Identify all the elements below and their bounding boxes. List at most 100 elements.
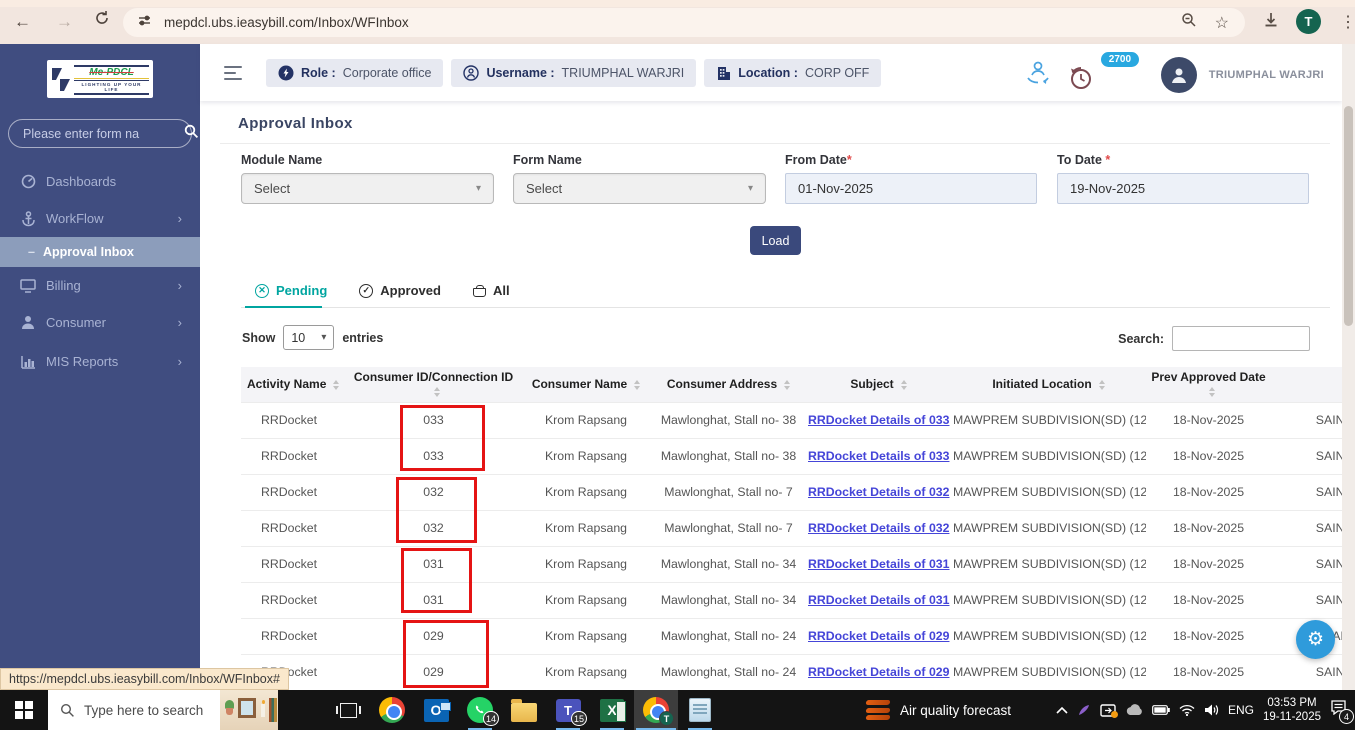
vertical-scrollbar[interactable]	[1342, 44, 1355, 690]
table-row[interactable]: RRDocket 029 Krom Rapsang Mawlonghat, St…	[241, 653, 1342, 690]
to-date-input[interactable]: 19-Nov-2025	[1057, 173, 1309, 204]
subject-link[interactable]: RRDocket Details of 032	[808, 485, 949, 499]
user-sync-icon[interactable]	[1023, 57, 1053, 92]
tray-display-sync-icon[interactable]	[1100, 703, 1118, 718]
role-badge: Role : Corporate office	[266, 59, 444, 87]
download-icon[interactable]	[1262, 11, 1280, 34]
page-size-select[interactable]: 10 ▾	[283, 325, 335, 350]
sidebar-item-consumer[interactable]: Consumer ›	[0, 309, 200, 336]
header-username-text[interactable]: TRIUMPHAL WARJRI	[1209, 69, 1324, 81]
table-row[interactable]: RRDocket 031 Krom Rapsang Mawlonghat, St…	[241, 545, 1342, 582]
col-initiated-location[interactable]: Initiated Location	[951, 367, 1146, 402]
table-row[interactable]: RRDocket 031 Krom Rapsang Mawlonghat, St…	[241, 581, 1342, 618]
bookmark-star-icon[interactable]: ☆	[1215, 13, 1229, 33]
windows-logo-icon	[15, 701, 33, 719]
subject-link[interactable]: RRDocket Details of 033	[808, 449, 949, 463]
load-button[interactable]: Load	[750, 226, 801, 255]
table-row[interactable]: RRDocket 032 Krom Rapsang Mawlonghat, St…	[241, 473, 1342, 510]
table-row[interactable]: RRDocket 033 Krom Rapsang Mawlonghat, St…	[241, 437, 1342, 474]
subject-link[interactable]: RRDocket Details of 029	[808, 629, 949, 643]
zoom-icon[interactable]	[1181, 12, 1197, 33]
taskbar-excel[interactable]: X	[590, 690, 634, 730]
search-highlight-image[interactable]	[220, 690, 278, 730]
table-row[interactable]: RRDocket 029 Krom Rapsang Mawlonghat, St…	[241, 617, 1342, 654]
sidebar-item-approval-inbox[interactable]: – Approval Inbox	[0, 237, 200, 267]
tab-all[interactable]: All	[472, 283, 510, 298]
subject-link[interactable]: RRDocket Details of 033	[808, 413, 949, 427]
role-value: Corporate office	[342, 66, 432, 80]
pending-clock-widget[interactable]: 2700	[1067, 52, 1140, 97]
sidebar-item-workflow[interactable]: WorkFlow ›	[0, 205, 200, 232]
subject-link[interactable]: RRDocket Details of 032	[808, 521, 949, 535]
browser-profile-avatar[interactable]: T	[1296, 9, 1321, 34]
sidebar-item-billing[interactable]: Billing ›	[0, 272, 200, 299]
taskbar-search[interactable]: Type here to search	[48, 690, 278, 730]
taskbar-chrome-active[interactable]: T	[634, 690, 678, 730]
taskbar-outlook[interactable]: O	[414, 690, 458, 730]
table-row[interactable]: RRDocket 032 Krom Rapsang Mawlonghat, St…	[241, 509, 1342, 546]
subject-link[interactable]: RRDocket Details of 031	[808, 557, 949, 571]
table-row[interactable]: RRDocket 033 Krom Rapsang Mawlonghat, St…	[241, 401, 1342, 438]
location-value: CORP OFF	[804, 66, 870, 80]
tab-approved[interactable]: ✓ Approved	[359, 283, 441, 298]
cell-consumer-id: 031	[346, 545, 521, 582]
col-subject[interactable]: Subject	[806, 367, 951, 402]
main-content: Approval Inbox Module Name Form Name Fro…	[200, 101, 1342, 690]
sidebar-item-dashboards[interactable]: Dashboards	[0, 168, 200, 195]
subject-link[interactable]: RRDocket Details of 029	[808, 665, 949, 679]
task-view-button[interactable]	[326, 690, 370, 730]
status-bar-link: https://mepdcl.ubs.ieasybill.com/Inbox/W…	[0, 668, 289, 690]
hamburger-menu-icon[interactable]	[224, 66, 242, 84]
col-prev-approved-date[interactable]: Prev Approved Date	[1146, 367, 1271, 402]
site-settings-icon[interactable]	[137, 13, 152, 33]
taskbar-chrome[interactable]	[370, 690, 414, 730]
address-bar[interactable]: mepdcl.ubs.ieasybill.com/Inbox/WFInbox ☆	[123, 8, 1245, 37]
module-name-select[interactable]: Select ▾	[241, 173, 494, 204]
language-indicator[interactable]: ENG	[1228, 703, 1254, 717]
form-search-box[interactable]	[8, 119, 199, 148]
weather-text: Air quality forecast	[900, 702, 1012, 718]
weather-widget[interactable]: Air quality forecast	[865, 700, 1012, 720]
col-extra[interactable]	[1271, 367, 1342, 402]
scrollbar-thumb[interactable]	[1344, 106, 1353, 326]
subject-link[interactable]: RRDocket Details of 031	[808, 593, 949, 607]
col-activity-name[interactable]: Activity Name	[241, 367, 346, 402]
role-icon	[278, 65, 294, 81]
form-name-select[interactable]: Select ▾	[513, 173, 766, 204]
tray-app-leaf-icon[interactable]	[1077, 703, 1091, 717]
start-button[interactable]	[0, 690, 48, 730]
sidebar-item-mis-reports[interactable]: MIS Reports ›	[0, 348, 200, 375]
wifi-icon[interactable]	[1179, 704, 1195, 716]
location-label: Location :	[738, 66, 798, 80]
table-search-input[interactable]	[1172, 326, 1310, 351]
refresh-icon[interactable]	[94, 10, 110, 31]
sort-icon	[634, 380, 641, 391]
form-search-input[interactable]	[9, 126, 184, 141]
back-icon[interactable]: ←	[14, 12, 31, 32]
col-consumer-id[interactable]: Consumer ID/Connection ID	[346, 367, 521, 402]
col-consumer-name[interactable]: Consumer Name	[521, 367, 651, 402]
app-logo[interactable]: Me-PDCL LIGHTING UP YOUR LIFE	[47, 60, 153, 98]
taskbar-notepad[interactable]	[678, 690, 722, 730]
taskbar-teams[interactable]: T 15	[546, 690, 590, 730]
taskbar-whatsapp[interactable]: 14	[458, 690, 502, 730]
speaker-icon[interactable]	[1204, 704, 1219, 716]
taskbar-clock[interactable]: 03:53 PM 19-11-2025	[1263, 696, 1321, 724]
action-center-button[interactable]: 4	[1330, 700, 1354, 724]
col-consumer-address[interactable]: Consumer Address	[651, 367, 806, 402]
settings-fab-button[interactable]: ⚙	[1296, 620, 1335, 659]
tray-expand-icon[interactable]	[1056, 706, 1068, 714]
forward-icon[interactable]: →	[56, 12, 73, 32]
cell-consumer-address: Mawlonghat, Stall no- 24	[651, 617, 806, 654]
taskbar-file-explorer[interactable]	[502, 690, 546, 730]
user-avatar[interactable]	[1160, 56, 1197, 93]
search-icon[interactable]	[184, 124, 199, 144]
tab-pending[interactable]: ✕ Pending	[255, 283, 327, 298]
cell-extra: SAINDURLA	[1271, 401, 1342, 438]
chrome-icon	[379, 697, 405, 723]
from-date-input[interactable]: 01-Nov-2025	[785, 173, 1037, 204]
entries-label: entries	[342, 330, 384, 345]
onedrive-cloud-icon[interactable]	[1125, 704, 1143, 716]
browser-menu-icon[interactable]: ⋮	[1340, 12, 1355, 32]
battery-icon[interactable]	[1152, 705, 1170, 715]
